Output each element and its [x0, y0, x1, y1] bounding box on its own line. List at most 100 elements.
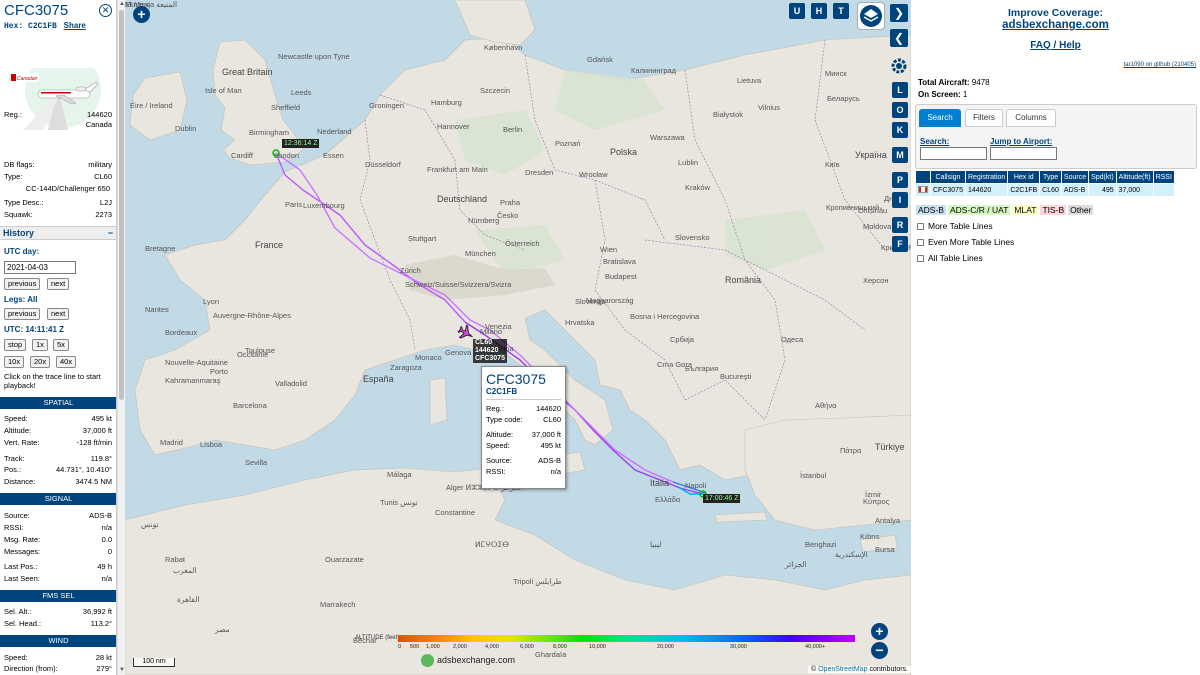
- toggle-m-button[interactable]: M: [892, 147, 908, 163]
- info-panel-scrollbar[interactable]: ▲ ▼: [117, 0, 125, 675]
- jump-airport-input[interactable]: [990, 147, 1057, 160]
- search-input[interactable]: [920, 147, 987, 160]
- col-callsign[interactable]: Callsign: [931, 171, 965, 183]
- place-label: Sevilla: [245, 458, 268, 467]
- col-type[interactable]: Type: [1040, 171, 1061, 183]
- toggle-u-button[interactable]: U: [789, 3, 805, 19]
- source-adsb: ADS-B: [916, 205, 946, 215]
- history-header[interactable]: History −: [0, 226, 116, 240]
- place-label: Беларусь: [827, 94, 860, 103]
- col-altitude[interactable]: Altitude(ft): [1116, 171, 1153, 183]
- back-arrow-button[interactable]: ❮: [890, 29, 908, 47]
- place-label: Nouvelle-Aquitaine: [165, 358, 228, 367]
- search-tabs: Search Filters Columns Search: Jump to A…: [915, 104, 1197, 169]
- col-source[interactable]: Source: [1061, 171, 1089, 183]
- cell-rssi: [1153, 184, 1174, 196]
- share-link[interactable]: Share: [64, 21, 86, 30]
- tab-columns[interactable]: Columns: [1006, 109, 1056, 127]
- messages-row: Messages: 0: [4, 547, 112, 557]
- place-label: Budapest: [605, 272, 637, 281]
- place-label: Birmingham: [249, 128, 290, 137]
- adsbx-brand[interactable]: adsbexchange.com: [421, 654, 515, 667]
- toggle-l-button[interactable]: L: [892, 82, 908, 98]
- collapse-right-panel-button[interactable]: ❯: [890, 4, 908, 22]
- expand-sidebar-button[interactable]: +: [133, 6, 150, 23]
- table-header-row: Callsign Registration Hex id Type Source…: [916, 171, 1174, 183]
- tab-search[interactable]: Search: [919, 109, 961, 127]
- toggle-h-button[interactable]: H: [811, 3, 827, 19]
- playback-1x-button[interactable]: 1x: [32, 339, 48, 351]
- col-hex[interactable]: Hex id: [1008, 171, 1040, 183]
- collapse-icon[interactable]: −: [108, 227, 113, 240]
- checkbox-icon[interactable]: [917, 222, 924, 230]
- dbflags-value: military: [88, 160, 112, 169]
- place-label: Österreich: [505, 239, 540, 248]
- position-value: 44.731°, 10.410°: [55, 465, 112, 474]
- tooltip-callsign: CFC3075: [486, 371, 546, 387]
- col-rssi[interactable]: RSSI: [1153, 171, 1174, 183]
- toggle-p-button[interactable]: P: [892, 172, 908, 188]
- col-speed[interactable]: Spd(kt): [1089, 171, 1116, 183]
- place-label: Porto: [210, 367, 228, 376]
- place-label: تونس: [141, 520, 159, 529]
- altitude-value: 37,000 ft: [82, 426, 112, 435]
- playback-20x-button[interactable]: 20x: [30, 356, 51, 368]
- place-label: المغرب: [173, 566, 197, 575]
- table-row[interactable]: CFC3075 144620 C2C1FB CL60 ADS-B 495 37,…: [916, 184, 1174, 196]
- even-more-lines-checkbox[interactable]: Even More Table Lines: [917, 237, 1014, 247]
- place-label: Madrid: [160, 438, 183, 447]
- place-label: Benghazi: [805, 540, 837, 549]
- lastpos-value: 49 h: [97, 562, 112, 571]
- playback-10x-button[interactable]: 10x: [4, 356, 25, 368]
- rssi-value: n/a: [101, 523, 112, 532]
- tooltip-speed-row: Speed: 495 kt: [486, 440, 561, 451]
- playback-40x-button[interactable]: 40x: [56, 356, 77, 368]
- close-icon[interactable]: ✕: [99, 4, 112, 17]
- osm-link[interactable]: OpenStreetMap: [818, 666, 867, 673]
- playback-stop-button[interactable]: stop: [4, 339, 27, 351]
- zoom-in-button[interactable]: +: [871, 623, 888, 640]
- col-flag[interactable]: [916, 171, 930, 183]
- toggle-k-button[interactable]: K: [892, 122, 908, 138]
- place-label: London: [274, 151, 300, 160]
- tab-filters[interactable]: Filters: [965, 109, 1003, 127]
- settings-gear-icon[interactable]: [889, 56, 909, 76]
- more-lines-checkbox[interactable]: More Table Lines: [917, 221, 993, 231]
- even-more-lines-label: Even More Table Lines: [928, 237, 1015, 247]
- toggle-f-button[interactable]: F: [892, 236, 908, 252]
- playback-5x-button[interactable]: 5x: [53, 339, 69, 351]
- checkbox-icon[interactable]: [917, 254, 924, 262]
- day-previous-button[interactable]: previous: [4, 278, 41, 290]
- place-label: København: [484, 43, 523, 52]
- toggle-t-button[interactable]: T: [833, 3, 849, 19]
- toggle-r-button[interactable]: R: [892, 217, 908, 233]
- altitude-legend: ALTITUDE (feet) 0 500 1,000 2,000 4,000 6,000…: [355, 633, 860, 653]
- col-registration[interactable]: Registration: [965, 171, 1008, 183]
- altitude-label: Altitude:: [4, 426, 32, 435]
- github-link[interactable]: tar1090 on github (210405): [1124, 62, 1196, 68]
- leg-previous-button[interactable]: previous: [4, 308, 41, 320]
- day-next-button[interactable]: next: [47, 278, 70, 290]
- track-label: Track:: [4, 454, 25, 463]
- reg-value: 144620: [86, 110, 112, 119]
- toggle-o-button[interactable]: O: [892, 102, 908, 118]
- aircraft-marker-label[interactable]: CL60 144620 CFC3075: [473, 339, 507, 363]
- tooltip-hex: C2C1FB: [486, 387, 561, 400]
- map-view[interactable]: Great Britain Newcastle upon Tyne Isle of …: [125, 0, 911, 675]
- tooltip-alt-value: 37,000 ft: [531, 430, 561, 439]
- place-label: Polska: [610, 147, 638, 157]
- scrollbar-thumb[interactable]: [119, 10, 124, 400]
- checkbox-icon[interactable]: [917, 238, 924, 246]
- aircraft-table: Callsign Registration Hex id Type Source…: [915, 170, 1175, 197]
- toggle-i-button[interactable]: I: [892, 192, 908, 208]
- place-label: Rabat: [165, 555, 186, 564]
- utc-day-input[interactable]: 2021-04-03: [4, 261, 76, 274]
- faq-link[interactable]: FAQ / Help: [911, 40, 1200, 51]
- layers-button[interactable]: [857, 2, 885, 30]
- leg-next-button[interactable]: next: [47, 308, 70, 320]
- cell-source: ADS-B: [1061, 184, 1089, 196]
- zoom-out-button[interactable]: −: [871, 642, 888, 659]
- improve-link[interactable]: adsbexchange.com: [911, 19, 1200, 31]
- place-label: Česko: [497, 211, 519, 220]
- all-lines-checkbox[interactable]: All Table Lines: [917, 253, 983, 263]
